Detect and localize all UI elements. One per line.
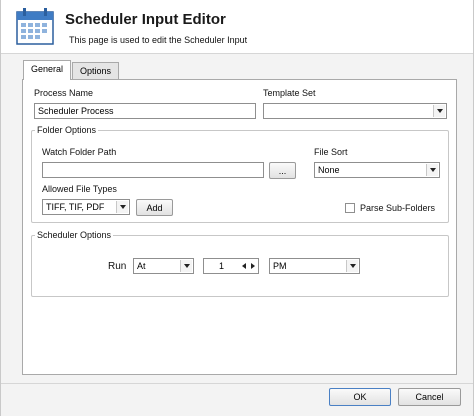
chevron-down-icon[interactable] xyxy=(433,105,445,117)
folder-options-title: Folder Options xyxy=(35,125,99,135)
run-mode-select[interactable]: At xyxy=(133,258,194,274)
page-title: Scheduler Input Editor xyxy=(65,11,226,28)
browse-button[interactable]: ... xyxy=(269,162,296,179)
header: Scheduler Input Editor This page is used… xyxy=(1,0,473,54)
add-button[interactable]: Add xyxy=(136,199,173,216)
folder-options-group: Folder Options Watch Folder Path ... Fil… xyxy=(31,125,449,223)
chevron-down-icon[interactable] xyxy=(180,260,192,272)
tab-options[interactable]: Options xyxy=(72,62,119,80)
tab-general[interactable]: General xyxy=(23,60,71,80)
ampm-select[interactable]: PM xyxy=(269,258,360,274)
file-sort-value: None xyxy=(318,165,340,175)
file-sort-label: File Sort xyxy=(314,147,348,157)
spinner-arrows[interactable] xyxy=(242,263,255,270)
parse-subfolders-checkbox[interactable] xyxy=(345,203,355,213)
parse-subfolders-label: Parse Sub-Folders xyxy=(360,203,436,213)
allowed-file-types-select[interactable]: TIFF, TIF, PDF xyxy=(42,199,130,215)
chevron-down-icon[interactable] xyxy=(116,201,128,213)
process-name-input[interactable]: Scheduler Process xyxy=(34,103,256,119)
watch-folder-label: Watch Folder Path xyxy=(42,147,117,157)
hour-spinner[interactable]: 1 xyxy=(203,258,259,274)
calendar-icon xyxy=(16,8,54,45)
run-mode-value: At xyxy=(137,261,146,271)
file-sort-select[interactable]: None xyxy=(314,162,440,178)
process-name-label: Process Name xyxy=(34,88,94,98)
scheduler-options-group: Scheduler Options Run At 1 PM xyxy=(31,230,449,297)
page-subtitle: This page is used to edit the Scheduler … xyxy=(69,35,248,45)
ampm-value: PM xyxy=(273,261,287,271)
allowed-file-types-label: Allowed File Types xyxy=(42,184,117,194)
scheduler-input-editor-window: Scheduler Input Editor This page is used… xyxy=(0,0,474,416)
watch-folder-input[interactable] xyxy=(42,162,264,178)
scheduler-options-title: Scheduler Options xyxy=(35,230,114,240)
template-set-label: Template Set xyxy=(263,88,316,98)
chevron-down-icon[interactable] xyxy=(346,260,358,272)
footer-divider xyxy=(1,383,473,384)
run-label: Run xyxy=(108,261,127,272)
ok-button[interactable]: OK xyxy=(329,388,391,406)
cancel-button[interactable]: Cancel xyxy=(398,388,461,406)
hour-value: 1 xyxy=(219,261,225,271)
template-set-select[interactable] xyxy=(263,103,447,119)
arrow-left-icon[interactable] xyxy=(242,263,246,269)
allowed-file-types-value: TIFF, TIF, PDF xyxy=(46,202,105,212)
arrow-right-icon[interactable] xyxy=(251,263,255,269)
general-tab-panel: Process Name Scheduler Process Template … xyxy=(22,79,457,375)
chevron-down-icon[interactable] xyxy=(426,164,438,176)
